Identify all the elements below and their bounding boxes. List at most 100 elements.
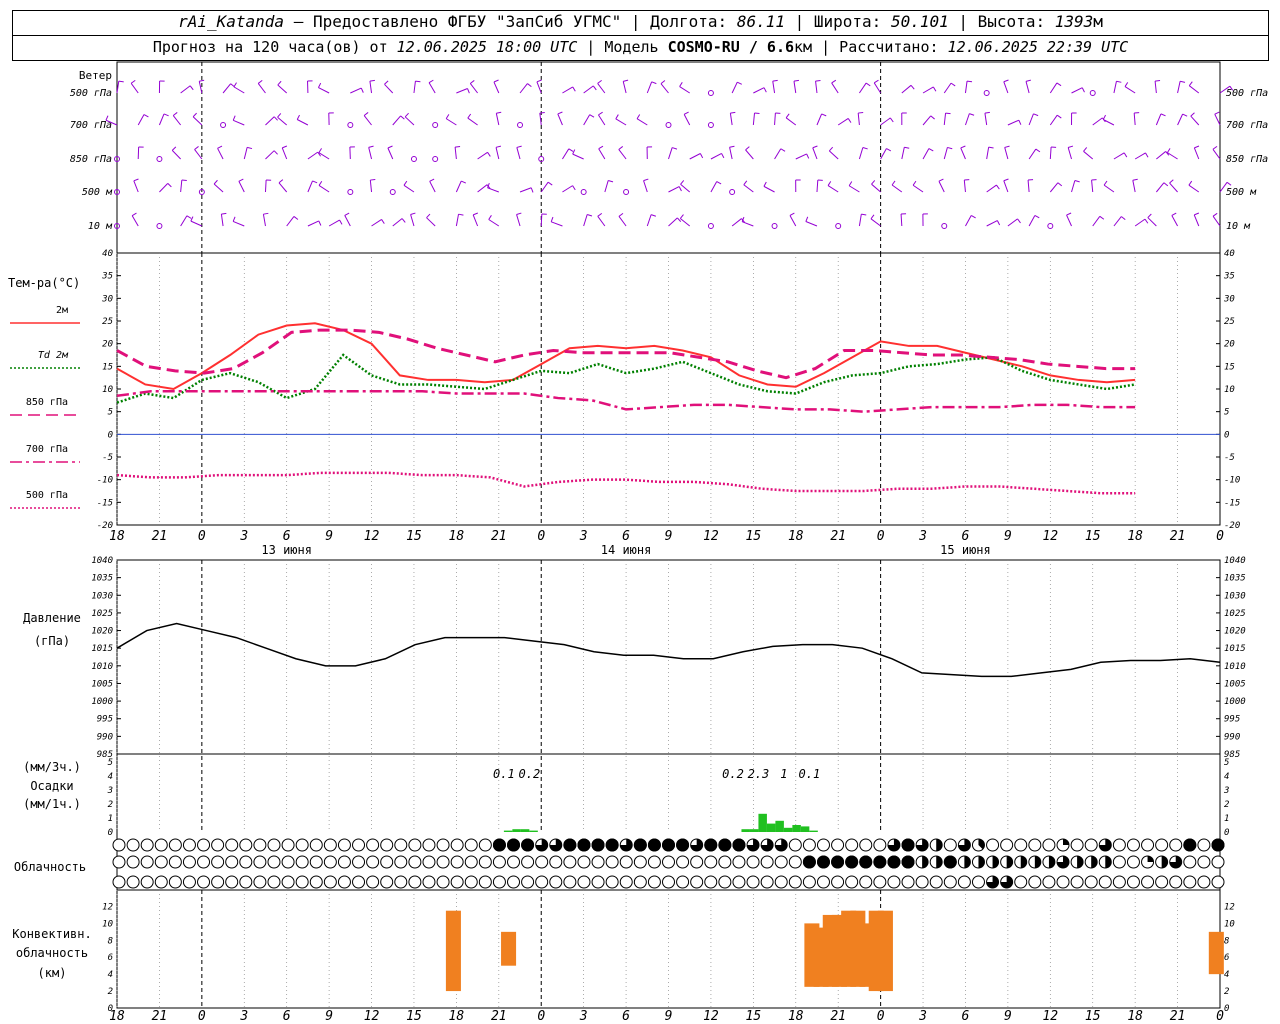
cloud-cover-mark (366, 855, 380, 869)
wind-barb (1193, 214, 1200, 227)
x-tick-label: 6 (283, 1009, 291, 1024)
pres-y-label: 1005 (91, 679, 113, 689)
precip-bar (766, 823, 776, 832)
cloud-cover-mark (182, 838, 196, 852)
wind-barb-flag (831, 79, 837, 84)
wind-barb (683, 114, 691, 126)
wind-barb (880, 148, 887, 160)
wind-barb-flag (996, 184, 1000, 190)
cloud-cover-mark (239, 838, 253, 852)
cloud-cover-fill (802, 855, 816, 869)
wind-barb (318, 87, 330, 94)
cloud-cover-mark (394, 875, 408, 889)
conv-y-label: 12 (102, 902, 113, 912)
cloud-cover-mark (1112, 838, 1126, 852)
wind-barb (912, 184, 924, 193)
temp-title: Тем-ра(°C) (8, 276, 80, 290)
temp-y-label: 15 (1224, 362, 1235, 372)
wind-barb-flag (339, 219, 343, 225)
cloud-cover-fill (887, 855, 901, 869)
wind-barb (741, 221, 754, 227)
wind-barb (190, 220, 203, 227)
wind-barb-flag (763, 181, 767, 187)
wind-barb-flag (282, 145, 288, 149)
wind-barb-flag (966, 80, 973, 83)
precip-bar (520, 829, 530, 832)
precip-bar (800, 826, 810, 832)
wind-barb (668, 217, 678, 227)
wind-barb (262, 214, 266, 227)
cloud-cover-mark (380, 838, 394, 852)
wind-barb-flag (318, 220, 322, 226)
wind-barb (410, 214, 415, 227)
conv-y-label: 4 (108, 970, 113, 980)
wind-barb (456, 88, 468, 94)
wind-barb (943, 147, 948, 160)
conv-y-label: 0 (108, 1004, 113, 1014)
wind-barb (540, 213, 543, 227)
wind-barb (1003, 180, 1009, 193)
wind-barb-flag (1182, 113, 1188, 117)
cloud-cover-mark (211, 838, 225, 852)
wind-calm-mark (432, 122, 439, 128)
wind-barb-flag (171, 146, 177, 151)
cloud-cover-mark (408, 855, 422, 869)
wind-barb-flag (496, 111, 502, 114)
wind-barb-flag (636, 114, 641, 119)
wind-barb-flag (615, 114, 619, 120)
cloud-cover-mark (112, 875, 126, 889)
wind-barb-flag (737, 81, 743, 85)
temp-y-label: 35 (1223, 272, 1235, 282)
wind-barb-flag (1163, 182, 1169, 187)
wind-barb-flag (232, 216, 236, 222)
cloud-cover-fill (1048, 856, 1055, 868)
wind-barb-flag (960, 145, 966, 149)
wind-calm-mark (707, 90, 714, 96)
wind-barb (1154, 81, 1157, 94)
wind-barb-flag (368, 145, 374, 148)
wind-barb (1103, 119, 1115, 126)
wind-barb (680, 218, 691, 227)
cloud-cover-mark (1197, 838, 1211, 852)
conv-unit: (км) (38, 966, 67, 980)
wind-barb-flag (1194, 145, 1200, 149)
cloud-cover-fill (647, 838, 661, 852)
wind-barb-flag (785, 113, 790, 119)
wind-barb (774, 148, 782, 160)
wind-barb-flag (945, 112, 951, 115)
wind-barb-flag (273, 116, 278, 121)
cloud-cover-mark (549, 875, 563, 889)
cloud-cover-mark (394, 838, 408, 852)
cloud-cover-mark (323, 838, 337, 852)
cloud-cover-fill (662, 838, 675, 852)
cloud-cover-mark (788, 855, 802, 869)
wind-barb-flag (618, 212, 624, 217)
x-tick-label: 18 (1127, 1009, 1143, 1024)
temp-legend-label: 700 гПа (26, 444, 68, 455)
pres-y-label: 1040 (1224, 556, 1246, 566)
cloud-cover-mark (1084, 875, 1098, 889)
cloud-cover-mark (380, 855, 394, 869)
cloud-cover-mark (704, 855, 718, 869)
wind-barb (646, 214, 652, 227)
cloud-cover-mark (1141, 838, 1155, 852)
wind-barb-flag (277, 80, 282, 86)
wind-calm-mark (1047, 223, 1054, 229)
wind-level-label: 700 гПа (1226, 120, 1268, 131)
cloud-cover-mark (633, 875, 647, 889)
wind-barb (454, 147, 457, 160)
wind-barb-flag (589, 114, 595, 118)
cloud-cover-mark (112, 855, 126, 869)
wind-barb (729, 113, 733, 126)
wind-barb (369, 180, 373, 193)
wind-barb-flag (928, 148, 934, 152)
cloud-cover-mark (760, 855, 774, 869)
day-label: 14 июня (601, 543, 652, 557)
wind-barb-flag (587, 214, 593, 217)
wind-barb (1177, 113, 1184, 126)
cloud-cover-fill (633, 838, 647, 852)
cloud-cover-mark (704, 875, 718, 889)
wind-barb-flag (363, 112, 369, 116)
wind-barb (233, 119, 245, 126)
cloud-cover-mark (408, 875, 422, 889)
